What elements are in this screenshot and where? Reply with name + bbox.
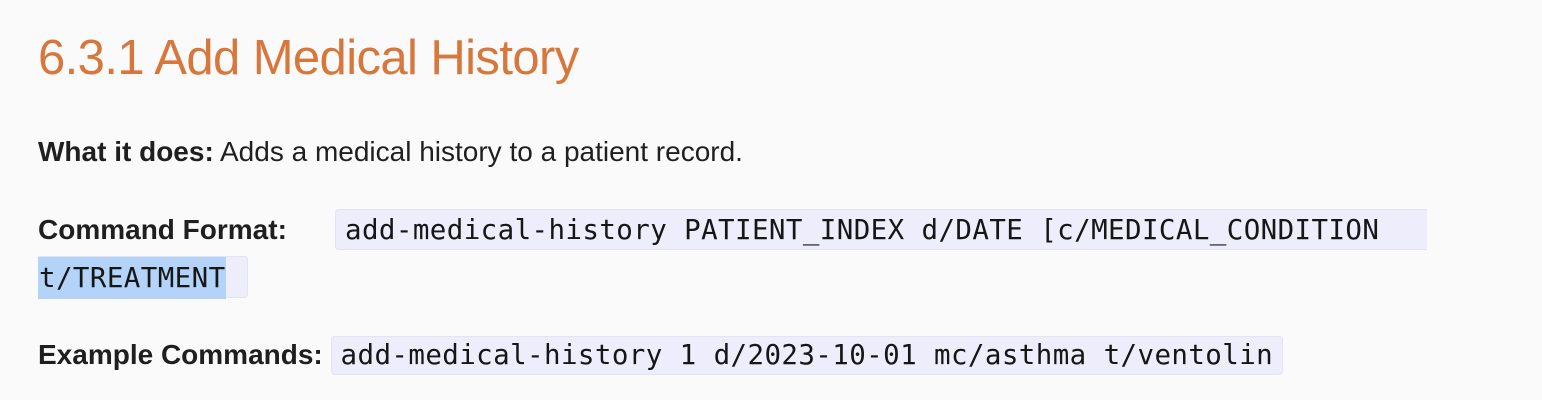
command-format-code-line-1[interactable]: add-medical-history PATIENT_INDEX d/DATE… xyxy=(335,209,1427,250)
what-it-does-paragraph: What it does: Adds a medical history to … xyxy=(38,128,743,176)
command-format-label: Command Format: xyxy=(38,214,287,245)
command-format-code-line-2[interactable]: t/TREATMENT xyxy=(38,256,248,299)
example-commands-paragraph: Example Commands: add-medical-history 1 … xyxy=(38,331,1284,379)
section-heading: 6.3.1 Add Medical History xyxy=(38,31,579,85)
what-it-does-label: What it does: xyxy=(38,136,214,167)
selected-text-highlight[interactable]: t/TREATMENT xyxy=(38,257,226,299)
example-commands-label: Example Commands: xyxy=(38,339,323,370)
example-command-code[interactable]: add-medical-history 1 d/2023-10-01 mc/as… xyxy=(330,336,1284,375)
what-it-does-text: Adds a medical history to a patient reco… xyxy=(213,136,743,167)
